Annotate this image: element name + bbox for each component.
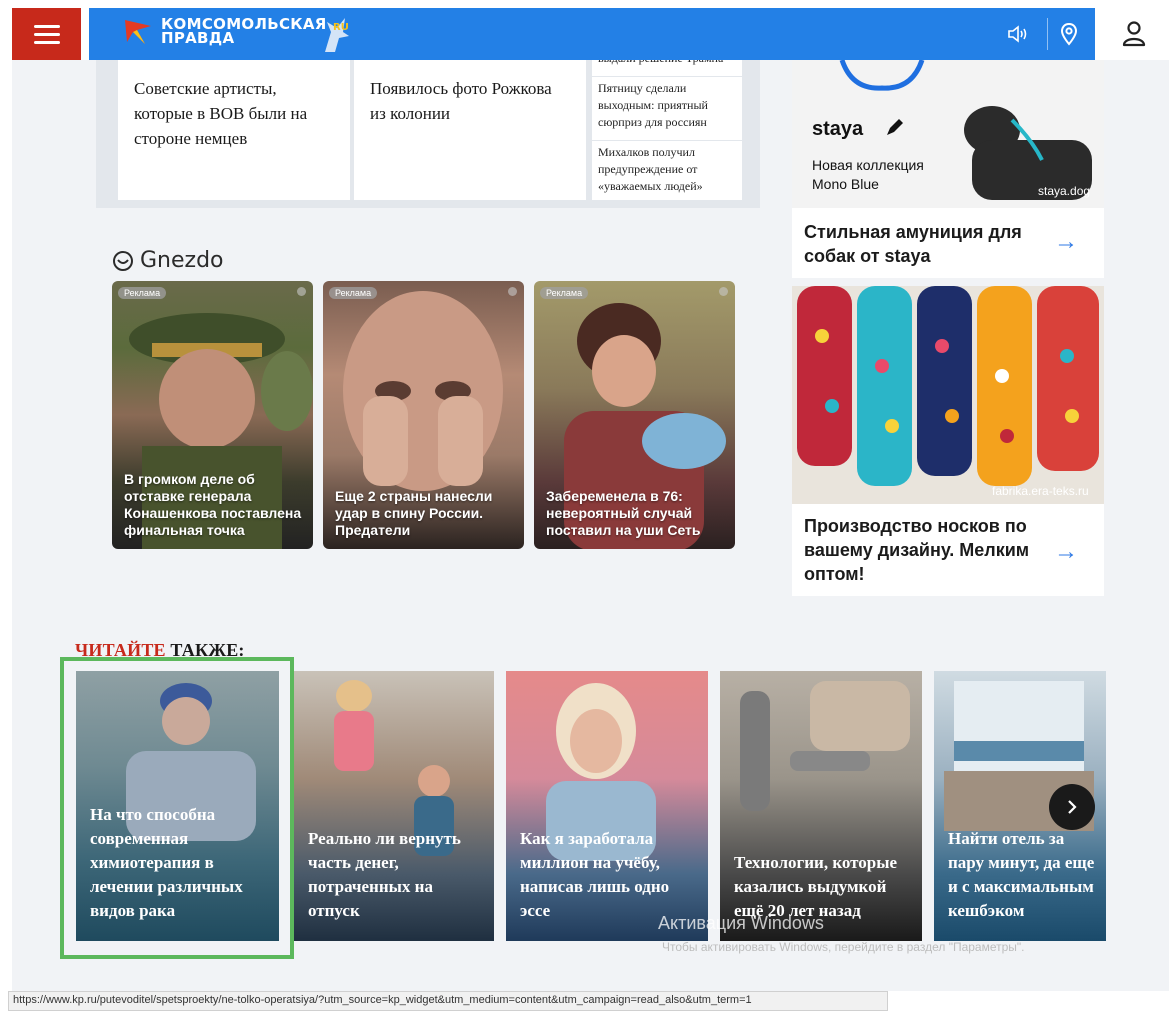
- pencil-icon: [887, 119, 903, 135]
- ad-label: Реклама: [540, 287, 589, 299]
- right-ad-staya[interactable]: staya Новая коллекция Mono Blue staya.do…: [792, 60, 1104, 278]
- top-news-strip: Советские артисты, которые в ВОВ были на…: [96, 60, 760, 208]
- staya-subtitle-2: Mono Blue: [812, 176, 879, 192]
- browser-status-url: https://www.kp.ru/putevoditel/spetsproek…: [8, 991, 888, 1011]
- news-title: Советские артисты, которые в ВОВ были на…: [134, 79, 308, 148]
- menu-icon-bar: [33, 24, 60, 28]
- ru-badge-icon: RU: [325, 18, 349, 52]
- right-ad-socks[interactable]: fabrika.era-teks.ru Производство носков …: [792, 286, 1104, 596]
- gnezdo-logo-icon: [113, 250, 133, 271]
- ad-caption: Забеременела в 76: невероятный случай по…: [546, 488, 701, 538]
- location-pin-icon[interactable]: [1055, 20, 1083, 48]
- divider: [592, 76, 742, 77]
- brand-bar: КОМСОМОЛЬСКАЯ ПРАВДА RU: [89, 8, 1095, 60]
- card-caption: Реально ли вернуть часть денег, потрачен…: [308, 829, 461, 920]
- info-icon[interactable]: [719, 287, 728, 296]
- ad-domain: staya.dog: [1038, 184, 1091, 198]
- staya-subtitle-1: Новая коллекция: [812, 157, 924, 173]
- staya-ad-image: staya Новая коллекция Mono Blue staya.do…: [792, 60, 1104, 208]
- arrow-right-icon[interactable]: →: [1054, 538, 1078, 566]
- ad-domain: fabrika.era-teks.ru: [992, 484, 1089, 498]
- small-news-list: выдали решение Трампа Пятницу сделали вы…: [592, 60, 742, 200]
- carousel-next-button[interactable]: [1049, 784, 1095, 830]
- ad-caption: В громком деле об отставке генерала Кона…: [124, 471, 302, 538]
- info-icon[interactable]: [297, 287, 306, 296]
- read-also-card[interactable]: Технологии, которые казались выдумкой ещ…: [720, 671, 922, 941]
- menu-icon-bar: [33, 40, 60, 44]
- gnezdo-ad-card[interactable]: Реклама В громком деле об отставке генер…: [112, 281, 313, 549]
- ad-title: Стильная амуниция для собак от staya: [804, 222, 1022, 266]
- ru-label: RU: [333, 22, 349, 33]
- speaker-icon[interactable]: [1004, 20, 1032, 48]
- read-also-card[interactable]: Реально ли вернуть часть денег, потрачен…: [294, 671, 494, 941]
- top-header: КОМСОМОЛЬСКАЯ ПРАВДА RU: [12, 8, 1169, 60]
- gnezdo-ad-card[interactable]: Реклама Еще 2 страны нанесли удар в спин…: [323, 281, 524, 549]
- windows-activation-subtitle: Чтобы активировать Windows, перейдите в …: [662, 940, 1025, 954]
- menu-icon-bar: [33, 32, 60, 36]
- gnezdo-ad-card[interactable]: Реклама Забеременела в 76: невероятный с…: [534, 281, 735, 549]
- logo-line-2: ПРАВДА: [161, 29, 235, 47]
- ad-label: Реклама: [329, 287, 378, 299]
- header-separator: [1047, 18, 1048, 50]
- card-caption: Как я заработала миллион на учёбу, напис…: [520, 829, 670, 920]
- gnezdo-brand[interactable]: Gnezdo: [112, 248, 224, 273]
- card-caption: Найти отель за пару минут, да еще и с ма…: [948, 829, 1095, 920]
- windows-activation-title: Активация Windows: [658, 913, 824, 933]
- chevron-right-icon: [1068, 800, 1077, 814]
- socks-ad-image: fabrika.era-teks.ru: [792, 286, 1104, 504]
- ad-caption: Еще 2 страны нанесли удар в спину России…: [335, 488, 493, 538]
- divider: [592, 140, 742, 141]
- kp-logo[interactable]: КОМСОМОЛЬСКАЯ ПРАВДА: [123, 16, 327, 46]
- info-icon[interactable]: [508, 287, 517, 296]
- page-viewport: КОМСОМОЛЬСКАЯ ПРАВДА RU Советские артист: [12, 8, 1169, 991]
- small-news-item[interactable]: Михалков получил предупреждение от «уваж…: [592, 144, 742, 195]
- small-news-item[interactable]: Пятницу сделали выходным: приятный сюрпр…: [592, 80, 742, 131]
- news-title: Появилось фото Рожкова из колонии: [370, 79, 552, 123]
- socks-illustration: [797, 286, 1099, 486]
- ad-label: Реклама: [118, 287, 167, 299]
- read-also-card[interactable]: Как я заработала миллион на учёбу, напис…: [506, 671, 708, 941]
- gnezdo-label: Gnezdo: [140, 248, 224, 273]
- arrow-right-icon[interactable]: →: [1054, 228, 1078, 256]
- menu-button[interactable]: [12, 8, 81, 60]
- ad-title: Производство носков по вашему дизайну. М…: [804, 516, 1030, 584]
- news-card[interactable]: Советские артисты, которые в ВОВ были на…: [118, 60, 350, 200]
- user-icon[interactable]: [1118, 18, 1150, 50]
- star-logo-icon: [125, 20, 151, 44]
- news-card[interactable]: Появилось фото Рожкова из колонии: [354, 60, 586, 200]
- selection-highlight: [60, 657, 294, 959]
- small-news-item[interactable]: выдали решение Трампа: [592, 60, 742, 74]
- logo-text: КОМСОМОЛЬСКАЯ ПРАВДА: [161, 17, 327, 47]
- staya-brand: staya: [812, 118, 864, 140]
